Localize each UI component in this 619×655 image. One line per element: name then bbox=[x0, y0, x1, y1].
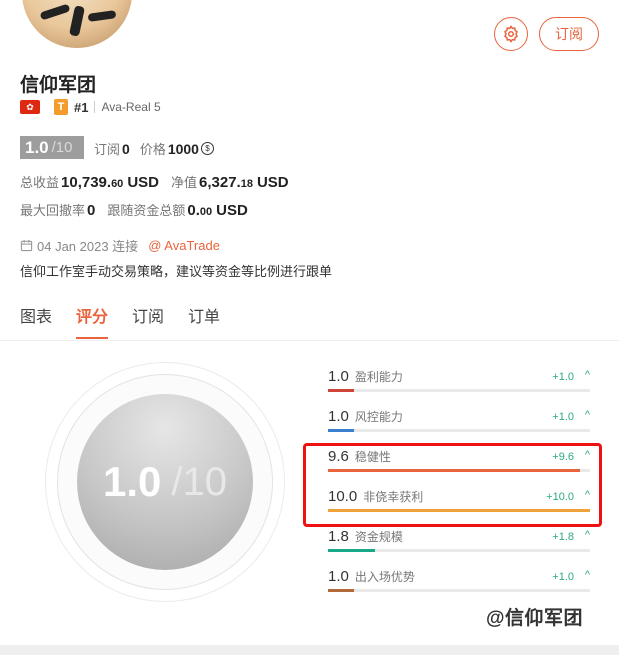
highlight-box bbox=[303, 443, 602, 527]
metric-delta: +1.0 bbox=[552, 371, 574, 383]
net-value-unit: USD bbox=[256, 174, 289, 191]
gear-icon bbox=[504, 25, 518, 43]
settings-button[interactable] bbox=[494, 17, 528, 51]
total-return-label: 总收益 bbox=[20, 175, 60, 190]
divider bbox=[94, 101, 96, 113]
metric-label: 资金规模 bbox=[354, 530, 403, 544]
metric-label: 风控能力 bbox=[354, 410, 403, 424]
net-value: 6,327.18 bbox=[199, 174, 253, 191]
metric-value: 1.8 bbox=[328, 528, 349, 545]
metric-row: 1.0 出入场优势 +1.0 ^ bbox=[328, 568, 590, 608]
metric-value: 1.0 bbox=[328, 368, 349, 385]
bottom-bar bbox=[0, 645, 619, 655]
divider bbox=[0, 340, 619, 341]
follow-funds-value: 0.00 bbox=[187, 202, 213, 219]
metric-delta: +1.0 bbox=[552, 571, 574, 583]
metric-delta: +1.0 bbox=[552, 411, 574, 423]
metric-bar-fill bbox=[328, 549, 376, 552]
total-return-unit: USD bbox=[127, 174, 159, 191]
score-denominator: /10 bbox=[51, 139, 73, 156]
gauge-score: 1.0 bbox=[103, 458, 162, 505]
follow-funds-label: 跟随资金总额 bbox=[107, 203, 186, 218]
metric-bar-track bbox=[328, 389, 590, 392]
drawdown-row: 最大回撤率 0 跟随资金总额 0.00 USD bbox=[20, 200, 252, 219]
price-label: 价格 bbox=[139, 142, 166, 157]
score-value: 1.0 bbox=[25, 137, 49, 157]
max-drawdown-value: 0 bbox=[87, 202, 96, 219]
chevron-up-icon[interactable]: ^ bbox=[585, 529, 590, 541]
tab-bar: 图表 评分 订阅 订单 bbox=[20, 303, 244, 339]
avatar bbox=[22, 0, 132, 48]
strategy-description: 信仰工作室手动交易策略，建议等资金等比例进行跟单 bbox=[20, 264, 333, 279]
chevron-up-icon[interactable]: ^ bbox=[585, 569, 590, 581]
follow-funds-unit: USD bbox=[216, 202, 248, 219]
tab-chart[interactable]: 图表 bbox=[20, 303, 52, 339]
chevron-up-icon[interactable]: ^ bbox=[585, 409, 590, 421]
page-title: 信仰军团 bbox=[20, 75, 97, 96]
metric-label: 盈利能力 bbox=[354, 370, 403, 384]
tab-rating[interactable]: 评分 bbox=[76, 303, 109, 339]
watermark: @信仰军团 bbox=[486, 608, 584, 629]
metric-bar-fill bbox=[328, 429, 355, 432]
rank-label: #1 bbox=[74, 99, 89, 115]
subscribe-count-label: 订阅 bbox=[94, 142, 121, 157]
metric-value: 1.0 bbox=[328, 408, 349, 425]
metric-value: 1.0 bbox=[328, 568, 349, 585]
max-drawdown-label: 最大回撤率 bbox=[20, 203, 86, 218]
score-badge: 1.0/10 bbox=[20, 136, 84, 159]
connect-date: 04 Jan 2023 连接 bbox=[37, 239, 139, 254]
tier-badge: T bbox=[54, 99, 68, 115]
metric-row: 1.8 资金规模 +1.8 ^ bbox=[328, 528, 590, 568]
tab-orders[interactable]: 订单 bbox=[188, 303, 220, 339]
calendar-icon bbox=[20, 239, 33, 252]
metric-label: 出入场优势 bbox=[354, 570, 415, 584]
badge-row: ✿ T #1 Ava-Real 5 bbox=[20, 99, 161, 115]
tab-subscription[interactable]: 订阅 bbox=[132, 303, 164, 339]
chevron-up-icon[interactable]: ^ bbox=[585, 369, 590, 381]
metric-bar-fill bbox=[328, 589, 355, 592]
hk-flag-icon: ✿ bbox=[20, 100, 40, 114]
metric-row: 1.0 风控能力 +1.0 ^ bbox=[328, 408, 590, 448]
broker-link[interactable]: @ AvaTrade bbox=[148, 238, 220, 253]
metric-bar-fill bbox=[328, 389, 355, 392]
subscribe-count: 0 bbox=[122, 140, 130, 157]
coin-icon: $ bbox=[200, 142, 214, 155]
account-label: Ava-Real 5 bbox=[101, 100, 161, 114]
return-row: 总收益 10,739.60 USD 净值 6,327.18 USD bbox=[20, 172, 293, 191]
total-return-value: 10,739.60 bbox=[61, 174, 124, 191]
subscribe-button[interactable]: 订阅 bbox=[539, 17, 599, 51]
metric-bar-track bbox=[328, 429, 590, 432]
subscription-meta: 订阅 0 价格 1000 $ bbox=[94, 139, 214, 158]
score-gauge: 1.0 /10 bbox=[45, 362, 285, 602]
metric-delta: +1.8 bbox=[552, 531, 574, 543]
metric-bar-track bbox=[328, 589, 590, 592]
net-value-label: 净值 bbox=[170, 175, 197, 190]
gauge-denominator: /10 bbox=[171, 459, 227, 504]
price-value: 1000 bbox=[167, 140, 199, 157]
metric-bar-track bbox=[328, 549, 590, 552]
connect-row: 04 Jan 2023 连接 @ AvaTrade bbox=[20, 236, 220, 255]
metric-row: 1.0 盈利能力 +1.0 ^ bbox=[328, 368, 590, 408]
